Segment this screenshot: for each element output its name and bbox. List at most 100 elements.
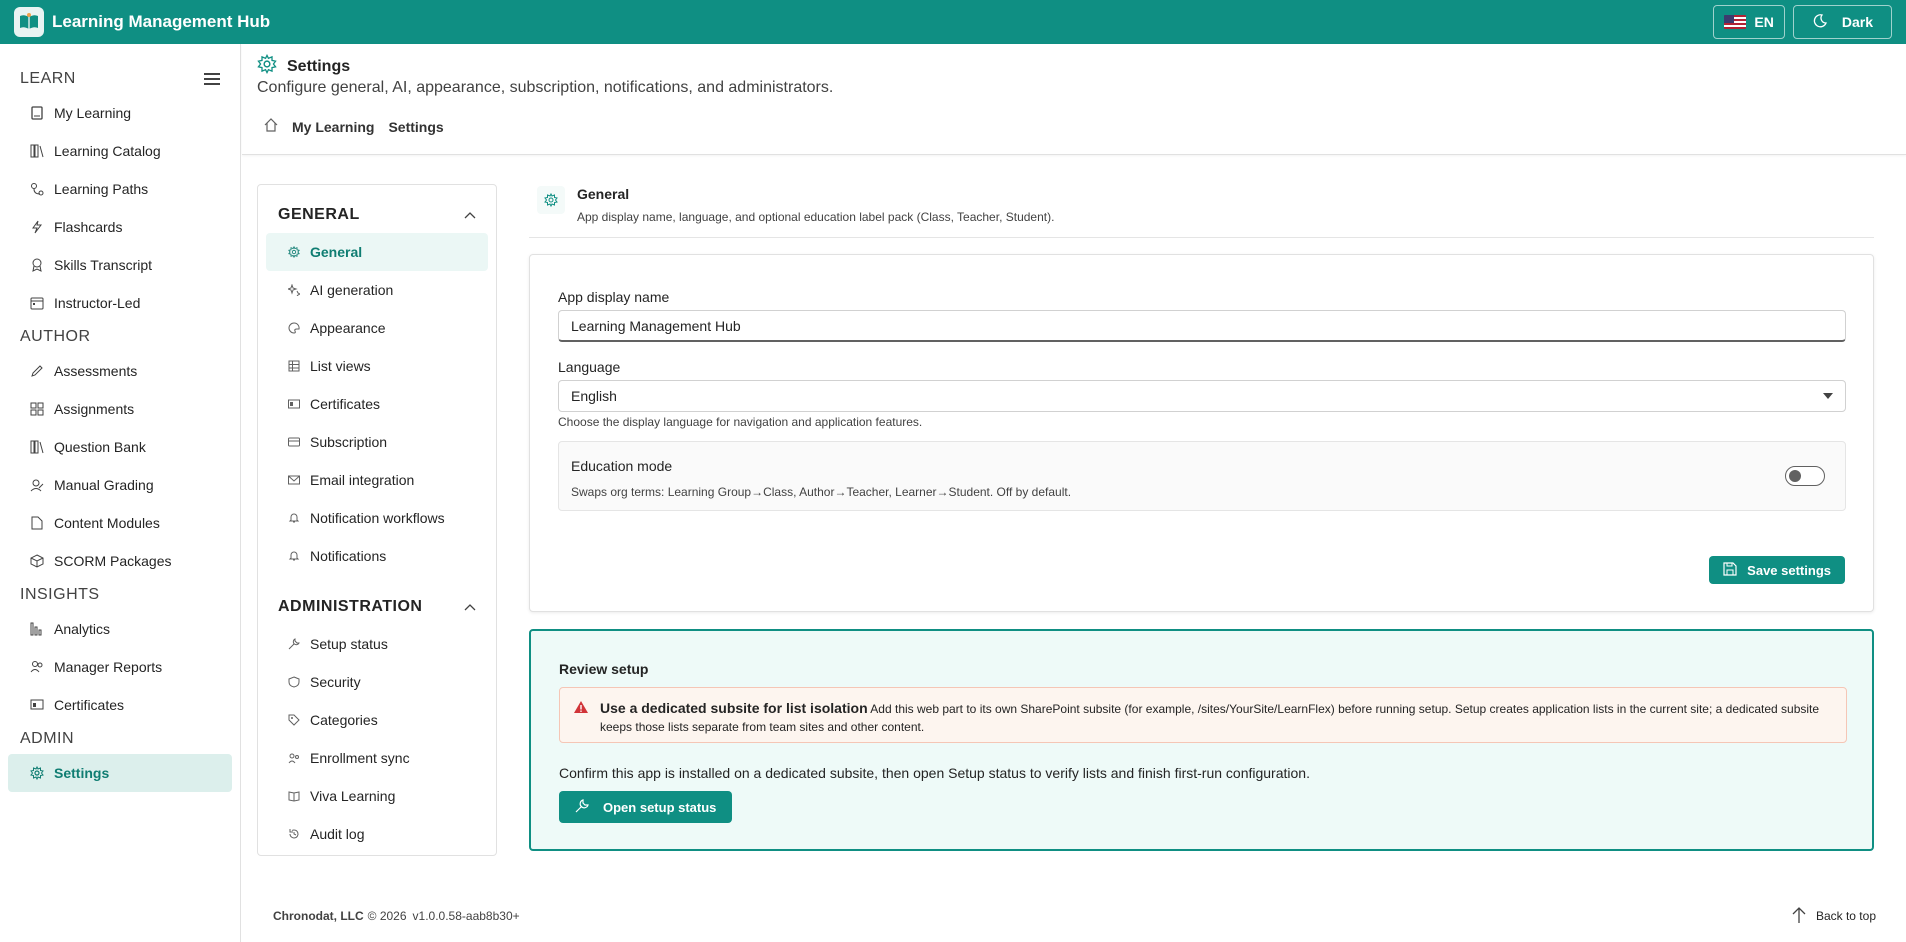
section-title: General xyxy=(577,186,630,202)
education-mode-toggle[interactable] xyxy=(1785,466,1825,486)
footer-version: v1.0.0.58-aab8b30+ xyxy=(412,909,520,923)
open-setup-status-button[interactable]: Open setup status xyxy=(559,791,733,823)
settings-nav-ai-generation[interactable]: AI generation xyxy=(266,271,488,309)
book-open-icon xyxy=(288,790,300,802)
education-mode-title: Education mode xyxy=(571,458,673,474)
gear-icon xyxy=(288,246,300,258)
sidebar-item-my-learning[interactable]: My Learning xyxy=(8,94,232,132)
sidebar-item-learning-paths[interactable]: Learning Paths xyxy=(8,170,232,208)
sparkle-icon xyxy=(288,284,300,296)
home-icon[interactable] xyxy=(264,118,278,135)
sidebar-section-author: AUTHOR xyxy=(20,328,91,345)
language-hint: Choose the display language for navigati… xyxy=(558,415,923,429)
settings-nav-general[interactable]: General xyxy=(266,233,488,271)
table-icon xyxy=(288,360,300,372)
settings-nav-setup-status[interactable]: Setup status xyxy=(266,625,488,663)
sidebar-item-scorm-packages[interactable]: SCORM Packages xyxy=(8,542,232,580)
card-icon xyxy=(288,436,300,448)
calendar-icon xyxy=(30,296,44,310)
chevron-up-icon[interactable] xyxy=(464,598,476,616)
review-setup-card: Review setup Use a dedicated subsite for… xyxy=(529,629,1874,851)
page-subtitle: Configure general, AI, appearance, subsc… xyxy=(257,79,834,96)
breadcrumb-my-learning[interactable]: My Learning xyxy=(292,119,374,135)
theme-toggle-button[interactable]: Dark xyxy=(1792,5,1892,39)
library-icon xyxy=(30,440,44,454)
footer-company: Chronodat, LLC xyxy=(273,909,364,923)
settings-nav-list-views[interactable]: List views xyxy=(266,347,488,385)
sidebar-item-instructor-led[interactable]: Instructor-Led xyxy=(8,284,232,322)
settings-nav-general-header[interactable]: GENERAL xyxy=(258,197,496,233)
sidebar-item-assignments[interactable]: Assignments xyxy=(8,390,232,428)
page-title: Settings xyxy=(257,53,350,79)
education-mode-box: Education mode Swaps org terms: Learning… xyxy=(558,441,1846,511)
history-icon xyxy=(288,828,300,840)
grading-icon xyxy=(30,478,44,492)
confirm-text: Confirm this app is installed on a dedic… xyxy=(559,765,1310,781)
settings-nav-administration-header[interactable]: ADMINISTRATION xyxy=(258,589,496,625)
section-description: App display name, language, and optional… xyxy=(577,210,1055,224)
save-settings-button[interactable]: Save settings xyxy=(1709,556,1845,584)
theme-label: Dark xyxy=(1841,14,1873,30)
language-select[interactable]: English xyxy=(558,380,1846,412)
palette-icon xyxy=(288,322,300,334)
sidebar-item-certificates[interactable]: Certificates xyxy=(8,686,232,724)
sidebar-item-manual-grading[interactable]: Manual Grading xyxy=(8,466,232,504)
settings-nav-email-integration[interactable]: Email integration xyxy=(266,461,488,499)
sidebar-item-content-modules[interactable]: Content Modules xyxy=(8,504,232,542)
sidebar-item-flashcards[interactable]: Flashcards xyxy=(8,208,232,246)
display-name-label: App display name xyxy=(558,289,670,305)
sidebar-item-manager-reports[interactable]: Manager Reports xyxy=(8,648,232,686)
flash-icon xyxy=(30,220,44,234)
section-title: LEARN xyxy=(20,70,76,87)
cube-icon xyxy=(30,554,44,568)
chevron-up-icon[interactable] xyxy=(464,206,476,224)
bell-icon xyxy=(288,512,300,524)
settings-nav-categories[interactable]: Categories xyxy=(266,701,488,739)
library-icon xyxy=(30,144,44,158)
moon-icon xyxy=(1812,13,1828,32)
sidebar-item-settings[interactable]: Settings xyxy=(8,754,232,792)
footer: Chronodat, LLC © 2026 v1.0.0.58-aab8b30+… xyxy=(242,890,1906,942)
certificate-icon xyxy=(30,698,44,712)
arrow-up-icon xyxy=(1792,906,1806,927)
sidebar-section-learn: LEARN xyxy=(0,64,240,94)
language-code: EN xyxy=(1754,14,1774,30)
main-sidebar: LEARN My Learning Learning Catalog Learn… xyxy=(0,44,241,942)
gear-icon xyxy=(257,53,277,79)
settings-nav-viva-learning[interactable]: Viva Learning xyxy=(266,777,488,815)
breadcrumb-settings[interactable]: Settings xyxy=(388,119,443,135)
settings-nav-security[interactable]: Security xyxy=(266,663,488,701)
wrench-icon xyxy=(575,798,589,816)
sidebar-section-admin: ADMIN xyxy=(20,730,75,747)
footer-copyright: © 2026 xyxy=(367,909,407,923)
hamburger-menu-icon[interactable] xyxy=(204,73,220,85)
back-to-top-link[interactable]: Back to top xyxy=(1792,906,1876,927)
warning-title: Use a dedicated subsite for list isolati… xyxy=(600,700,868,716)
settings-nav-notification-workflows[interactable]: Notification workflows xyxy=(266,499,488,537)
gear-icon xyxy=(537,186,565,214)
us-flag-icon xyxy=(1724,15,1747,29)
sidebar-item-analytics[interactable]: Analytics xyxy=(8,610,232,648)
warning-icon xyxy=(573,700,589,719)
settings-nav-subscription[interactable]: Subscription xyxy=(266,423,488,461)
grid-icon xyxy=(30,402,44,416)
sidebar-item-assessments[interactable]: Assessments xyxy=(8,352,232,390)
settings-nav-certificates[interactable]: Certificates xyxy=(266,385,488,423)
settings-nav-notifications[interactable]: Notifications xyxy=(266,537,488,575)
people-icon xyxy=(30,660,44,674)
settings-nav-appearance[interactable]: Appearance xyxy=(266,309,488,347)
bell-icon xyxy=(288,550,300,562)
sidebar-item-question-bank[interactable]: Question Bank xyxy=(8,428,232,466)
app-logo-icon xyxy=(14,7,44,37)
breadcrumb: My Learning Settings xyxy=(264,118,444,135)
sidebar-section-insights: INSIGHTS xyxy=(20,586,100,603)
settings-nav-enrollment-sync[interactable]: Enrollment sync xyxy=(266,739,488,777)
display-name-input[interactable]: Learning Management Hub xyxy=(558,310,1846,342)
section-header: General App display name, language, and … xyxy=(529,176,1874,238)
general-settings-card: App display name Learning Management Hub… xyxy=(529,254,1874,612)
sidebar-item-skills-transcript[interactable]: Skills Transcript xyxy=(8,246,232,284)
settings-nav-audit-log[interactable]: Audit log xyxy=(266,815,488,853)
mail-icon xyxy=(288,474,300,486)
sidebar-item-learning-catalog[interactable]: Learning Catalog xyxy=(8,132,232,170)
language-button[interactable]: EN xyxy=(1713,5,1785,39)
